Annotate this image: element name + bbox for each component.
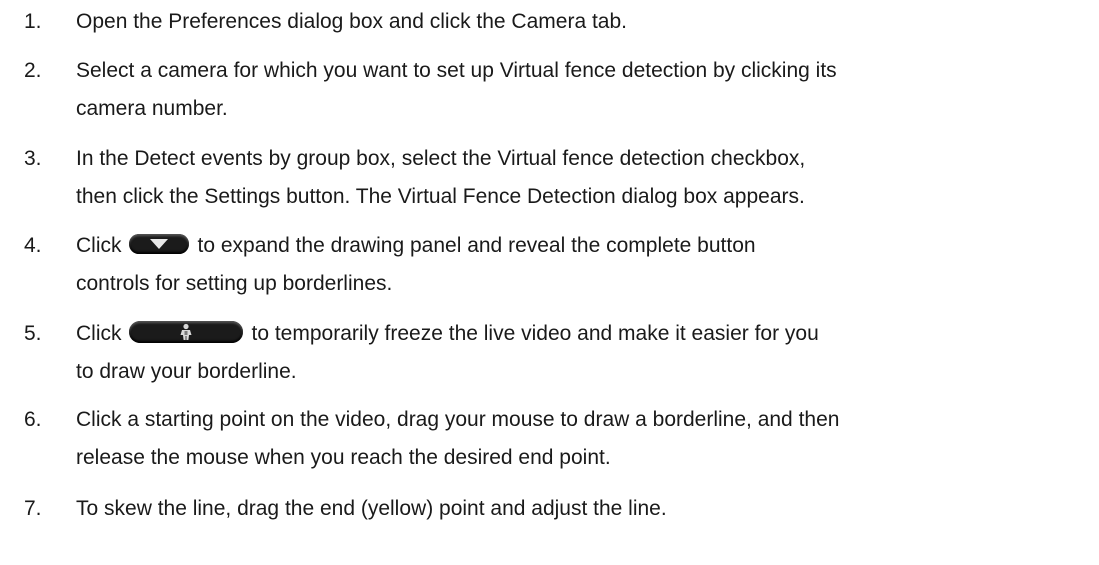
step-line: then click the Settings button. The Virt… bbox=[76, 185, 805, 208]
step-number: 7. bbox=[24, 497, 42, 520]
expand-panel-button[interactable] bbox=[128, 234, 189, 255]
step-line: Click a starting point on the video, dra… bbox=[76, 408, 840, 431]
step-number: 3. bbox=[24, 147, 42, 170]
click-word: Click bbox=[76, 322, 122, 345]
step-number: 4. bbox=[24, 234, 42, 257]
step-line-rest: to temporarily freeze the live video and… bbox=[251, 322, 819, 345]
step-line: Select a camera for which you want to se… bbox=[76, 59, 837, 82]
step-line: Open the Preferences dialog box and clic… bbox=[76, 10, 627, 33]
step-line: In the Detect events by group box, selec… bbox=[76, 147, 806, 170]
step-number: 1. bbox=[24, 10, 42, 33]
step-number: 2. bbox=[24, 59, 42, 82]
step-number: 6. bbox=[24, 408, 42, 431]
freeze-person-icon bbox=[180, 324, 191, 341]
step-line: To skew the line, drag the end (yellow) … bbox=[76, 497, 667, 520]
step-text: Click a starting point on the video, dra… bbox=[76, 401, 1096, 477]
step-number: 5. bbox=[24, 322, 42, 345]
step-line: to draw your borderline. bbox=[76, 360, 297, 383]
step-text: Click to expand the drawing panel and rev… bbox=[76, 227, 1096, 303]
step-text: Select a camera for which you want to se… bbox=[76, 52, 1096, 128]
step-line: Click to temporarily freeze the live vide… bbox=[76, 315, 1096, 353]
step-text: To skew the line, drag the end (yellow) … bbox=[76, 490, 1096, 528]
expand-triangle-icon bbox=[149, 239, 168, 250]
step-line-rest: to expand the drawing panel and reveal t… bbox=[197, 234, 756, 257]
step-line: release the mouse when you reach the des… bbox=[76, 446, 611, 469]
click-word: Click bbox=[76, 234, 122, 257]
step-text: Open the Preferences dialog box and clic… bbox=[76, 3, 1096, 41]
step-line: Click to expand the drawing panel and rev… bbox=[76, 227, 1096, 265]
step-line: controls for setting up borderlines. bbox=[76, 272, 393, 295]
freeze-video-button[interactable] bbox=[128, 321, 243, 344]
step-text: Click to temporarily freeze the live vide… bbox=[76, 315, 1096, 391]
step-text: In the Detect events by group box, selec… bbox=[76, 140, 1096, 216]
step-line: camera number. bbox=[76, 97, 228, 120]
